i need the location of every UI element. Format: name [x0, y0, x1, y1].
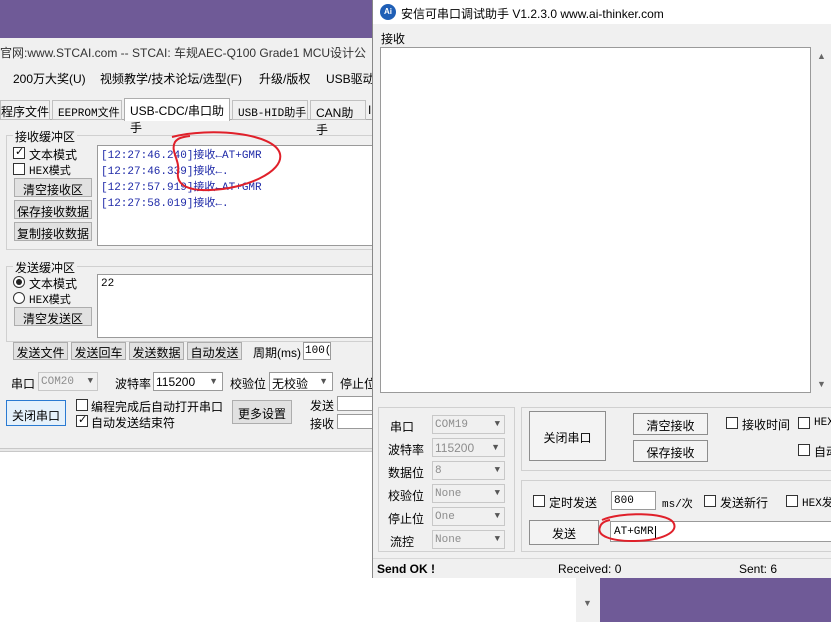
annotation-circle-recv: [171, 131, 282, 192]
red-annotation-overlay: [171, 131, 676, 543]
annotation-circle-send: [598, 513, 676, 543]
